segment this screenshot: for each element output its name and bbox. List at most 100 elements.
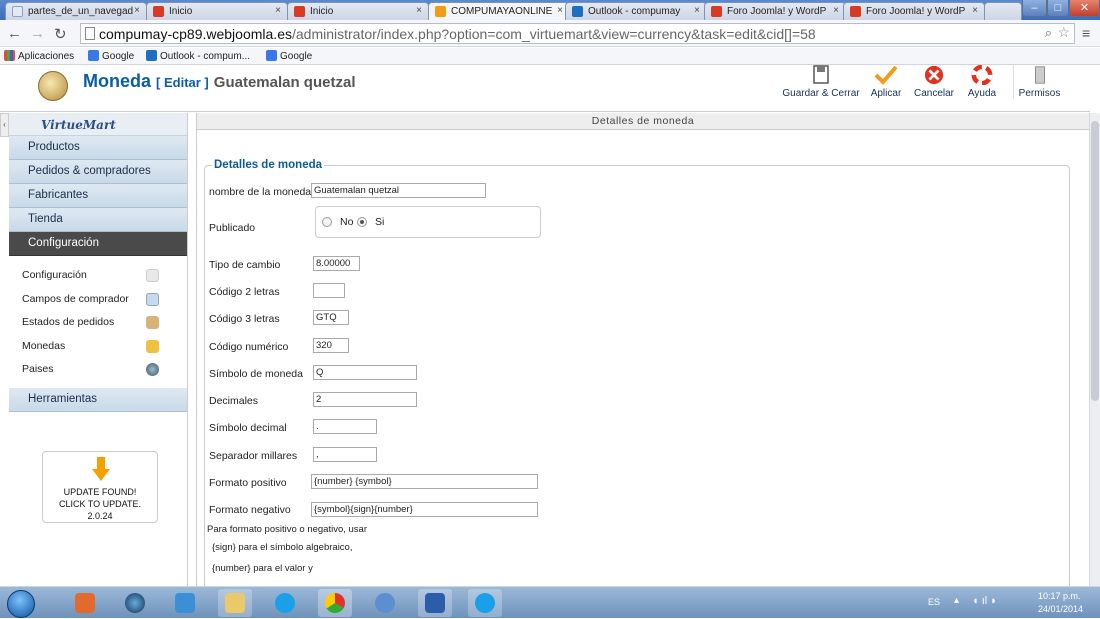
reload-icon[interactable]: ↻ xyxy=(54,25,67,43)
currency-logo-icon xyxy=(38,71,68,101)
numeric-code-input[interactable]: 320 xyxy=(313,338,349,353)
bookmark-google[interactable]: Google xyxy=(266,50,312,62)
code2-input[interactable] xyxy=(313,283,345,298)
bookmark-apps[interactable]: Aplicaciones xyxy=(4,50,74,62)
taskbar-app[interactable] xyxy=(418,589,452,617)
bookmark-star-icon[interactable]: ☆ xyxy=(1057,24,1070,41)
update-notice-button[interactable]: UPDATE FOUND! CLICK TO UPDATE. 2.0.24 xyxy=(42,451,158,523)
address-bar: ← → ↻ compumay-cp89.webjoomla.es/adminis… xyxy=(0,20,1100,47)
close-icon[interactable]: × xyxy=(972,5,978,16)
submenu-item-configuracion[interactable]: Configuración xyxy=(9,264,187,288)
section-header: Detalles de moneda xyxy=(197,113,1089,130)
browser-tab-strip: partes_de_un_navegad × Inicio × Inicio ×… xyxy=(0,0,1100,21)
symbol-input[interactable]: Q xyxy=(313,365,417,380)
taskbar-app[interactable] xyxy=(118,589,152,617)
published-radio-group: No Si xyxy=(315,206,541,238)
taskbar-app[interactable] xyxy=(218,589,252,617)
volume-icon[interactable]: ◖ ıl ◗ xyxy=(972,595,997,607)
sidebar-item-pedidos[interactable]: Pedidos & compradores xyxy=(9,160,187,184)
thousands-separator-input[interactable]: , xyxy=(313,447,377,462)
save-icon xyxy=(813,65,829,84)
apply-button[interactable]: Aplicar xyxy=(866,65,906,99)
label-decimal-symbol: Símbolo decimal xyxy=(209,422,287,434)
window-close-button[interactable]: ✕ xyxy=(1069,0,1100,17)
browser-tab[interactable]: Inicio × xyxy=(146,2,288,20)
help-button[interactable]: Ayuda xyxy=(963,65,1001,99)
currency-name-input[interactable]: Guatemalan quetzal xyxy=(311,183,486,198)
submenu-item-monedas[interactable]: Monedas xyxy=(9,335,187,359)
help-icon xyxy=(971,65,993,85)
save-close-button[interactable]: Guardar & Cerrar xyxy=(782,65,860,99)
close-icon[interactable]: × xyxy=(416,5,422,16)
decimal-symbol-input[interactable]: . xyxy=(313,419,377,434)
permissions-button[interactable]: Permisos xyxy=(1013,65,1065,99)
browser-tab[interactable]: Inicio × xyxy=(287,2,429,20)
submenu-item-estados[interactable]: Estados de pedidos xyxy=(9,311,187,335)
forward-arrow-icon[interactable]: → xyxy=(30,25,45,42)
browser-tab[interactable]: Outlook - compumay × xyxy=(565,2,707,20)
page-icon xyxy=(12,6,23,17)
outlook-icon xyxy=(572,6,583,17)
coins-icon xyxy=(146,339,159,353)
apps-icon xyxy=(4,50,15,61)
sidebar: VirtueMart Productos Pedidos & comprador… xyxy=(9,113,188,586)
start-button[interactable] xyxy=(7,590,35,618)
virtuemart-logo: VirtueMart xyxy=(9,113,187,136)
browser-tab[interactable]: partes_de_un_navegad × xyxy=(5,2,147,20)
exchange-rate-input[interactable]: 8.00000 xyxy=(313,256,360,271)
close-icon[interactable]: × xyxy=(134,5,140,16)
language-indicator[interactable]: ES xyxy=(928,597,940,607)
cancel-button[interactable]: Cancelar xyxy=(911,65,957,99)
submenu-item-campos[interactable]: Campos de comprador xyxy=(9,288,187,312)
taskbar-app[interactable] xyxy=(268,589,302,617)
sidebar-item-configuracion[interactable]: Configuración xyxy=(9,232,187,256)
browser-tab[interactable]: Foro Joomla! y WordP × xyxy=(704,2,846,20)
published-no-radio[interactable] xyxy=(322,217,332,227)
order-status-icon xyxy=(146,316,159,329)
fieldset-legend: Detalles de moneda xyxy=(212,159,325,171)
taskbar-app[interactable] xyxy=(68,589,102,617)
new-tab-button[interactable] xyxy=(984,2,1022,20)
close-icon[interactable]: × xyxy=(557,5,563,16)
label-thousands: Separador millares xyxy=(209,450,298,462)
scrollbar[interactable] xyxy=(1089,113,1100,586)
browser-tab[interactable]: Foro Joomla! y WordP × xyxy=(843,2,985,20)
published-yes-radio[interactable] xyxy=(357,217,367,227)
tray-up-icon[interactable]: ▴ xyxy=(954,595,959,606)
folder-icon xyxy=(225,593,245,613)
sidebar-item-productos[interactable]: Productos xyxy=(9,136,187,160)
taskbar-app[interactable] xyxy=(318,589,352,617)
code3-input[interactable]: GTQ xyxy=(313,310,349,325)
sidebar-item-tienda[interactable]: Tienda xyxy=(9,208,187,232)
url-input[interactable]: compumay-cp89.webjoomla.es/administrator… xyxy=(80,23,1075,44)
sidebar-item-herramientas[interactable]: Herramientas xyxy=(9,387,187,412)
clock-time: 10:17 p.m. xyxy=(1038,591,1081,601)
label-decimals: Decimales xyxy=(209,395,259,407)
negative-format-input[interactable]: {symbol}{sign}{number} xyxy=(311,502,538,517)
bookmark-google[interactable]: Google xyxy=(88,50,134,62)
back-arrow-icon[interactable]: ← xyxy=(7,25,22,42)
label-currency-name: nombre de la moneda xyxy=(209,186,312,198)
close-icon[interactable]: × xyxy=(275,5,281,16)
taskbar-app[interactable] xyxy=(168,589,202,617)
taskbar-app[interactable] xyxy=(368,589,402,617)
collapse-sidebar-button[interactable]: ‹ xyxy=(0,113,9,137)
menu-icon[interactable]: ≡ xyxy=(1082,25,1090,41)
system-tray: ES ▴ ◖ ıl ◗ 10:17 p.m. 24/01/2014 xyxy=(910,587,1100,619)
page-icon xyxy=(85,27,95,40)
close-icon[interactable]: × xyxy=(694,5,700,16)
close-icon[interactable]: × xyxy=(833,5,839,16)
scrollbar-thumb[interactable] xyxy=(1091,121,1099,401)
taskbar-app[interactable] xyxy=(468,589,502,617)
format-help-text: {sign} para el símbolo algebraico, xyxy=(212,542,353,553)
decimals-input[interactable]: 2 xyxy=(313,392,417,407)
browser-tab-active[interactable]: COMPUMAYAONLINE × xyxy=(428,2,570,21)
maximize-button[interactable]: □ xyxy=(1047,0,1069,17)
submenu-item-paises[interactable]: Paises xyxy=(9,358,187,382)
chrome-icon xyxy=(325,593,345,613)
zoom-icon[interactable]: ⌕ xyxy=(1045,25,1052,41)
positive-format-input[interactable]: {number} {symbol} xyxy=(311,474,538,489)
minimize-button[interactable]: – xyxy=(1022,0,1047,17)
sidebar-item-fabricantes[interactable]: Fabricantes xyxy=(9,184,187,208)
bookmark-outlook[interactable]: Outlook - compum... xyxy=(146,50,250,62)
